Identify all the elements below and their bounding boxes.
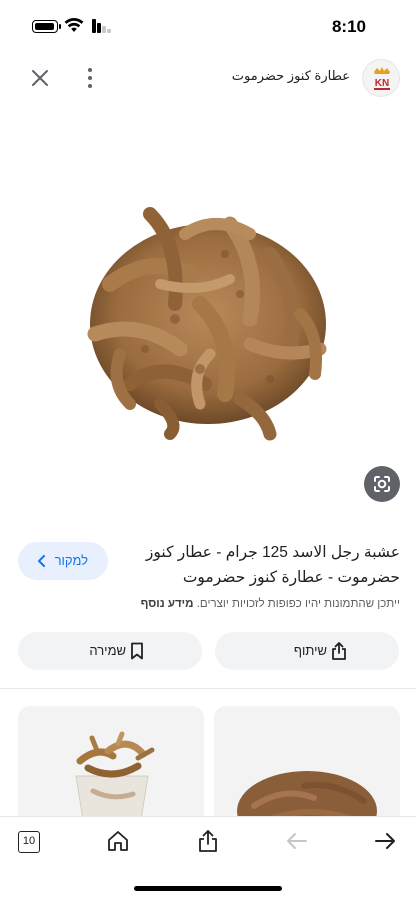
battery-icon bbox=[32, 20, 61, 33]
close-icon bbox=[32, 70, 48, 86]
home-indicator[interactable] bbox=[134, 886, 282, 891]
close-button[interactable] bbox=[28, 66, 52, 90]
learn-more-link[interactable]: מידע נוסף bbox=[141, 598, 194, 610]
google-lens-button[interactable] bbox=[364, 466, 400, 502]
save-label: שמירה bbox=[89, 643, 126, 658]
section-divider bbox=[0, 688, 416, 689]
chevron-left-icon bbox=[38, 555, 45, 567]
image-viewer-header: عطارة كنوز حضرموت KN bbox=[0, 56, 416, 100]
share-label: שיתוף bbox=[293, 643, 327, 658]
save-button[interactable]: שמירה bbox=[18, 632, 202, 670]
logo-text: KN bbox=[375, 78, 389, 89]
disclaimer-text: ייתכן שהתמונות יהיו כפופות לזכויות יוצרי… bbox=[196, 598, 400, 610]
share-icon[interactable] bbox=[196, 829, 220, 853]
forward-arrow-icon[interactable] bbox=[374, 831, 396, 851]
cellular-signal-icon bbox=[92, 19, 114, 33]
related-image-card[interactable] bbox=[214, 706, 400, 826]
visit-source-label: למקור bbox=[54, 553, 88, 568]
product-image[interactable] bbox=[0, 104, 416, 524]
tabs-button[interactable]: 10 bbox=[18, 831, 40, 853]
related-image-card[interactable] bbox=[18, 706, 204, 826]
share-button[interactable]: שיתוף bbox=[215, 632, 399, 670]
visit-source-button[interactable]: למקור bbox=[18, 542, 108, 580]
bookmark-icon bbox=[131, 642, 143, 660]
wifi-icon bbox=[64, 17, 84, 32]
google-lens-icon bbox=[374, 476, 390, 492]
status-time: 8:10 bbox=[331, 17, 366, 36]
site-logo[interactable]: KN bbox=[362, 59, 400, 97]
tab-count: 10 bbox=[22, 835, 36, 847]
image-title[interactable]: عشبة رجل الاسد 125 جرام - عطار كنوز حضرم… bbox=[130, 540, 400, 590]
more-options-button[interactable] bbox=[80, 66, 100, 90]
status-bar: 8:10 bbox=[0, 0, 416, 56]
copyright-disclaimer: ייתכן שהתמונות יהיו כפופות לזכויות יוצרי… bbox=[10, 598, 400, 610]
home-icon[interactable] bbox=[106, 829, 130, 853]
source-site-name[interactable]: عطارة كنوز حضرموت bbox=[232, 68, 350, 84]
back-arrow-icon[interactable] bbox=[286, 831, 308, 851]
more-vert-icon bbox=[88, 68, 92, 72]
share-icon bbox=[332, 642, 346, 660]
